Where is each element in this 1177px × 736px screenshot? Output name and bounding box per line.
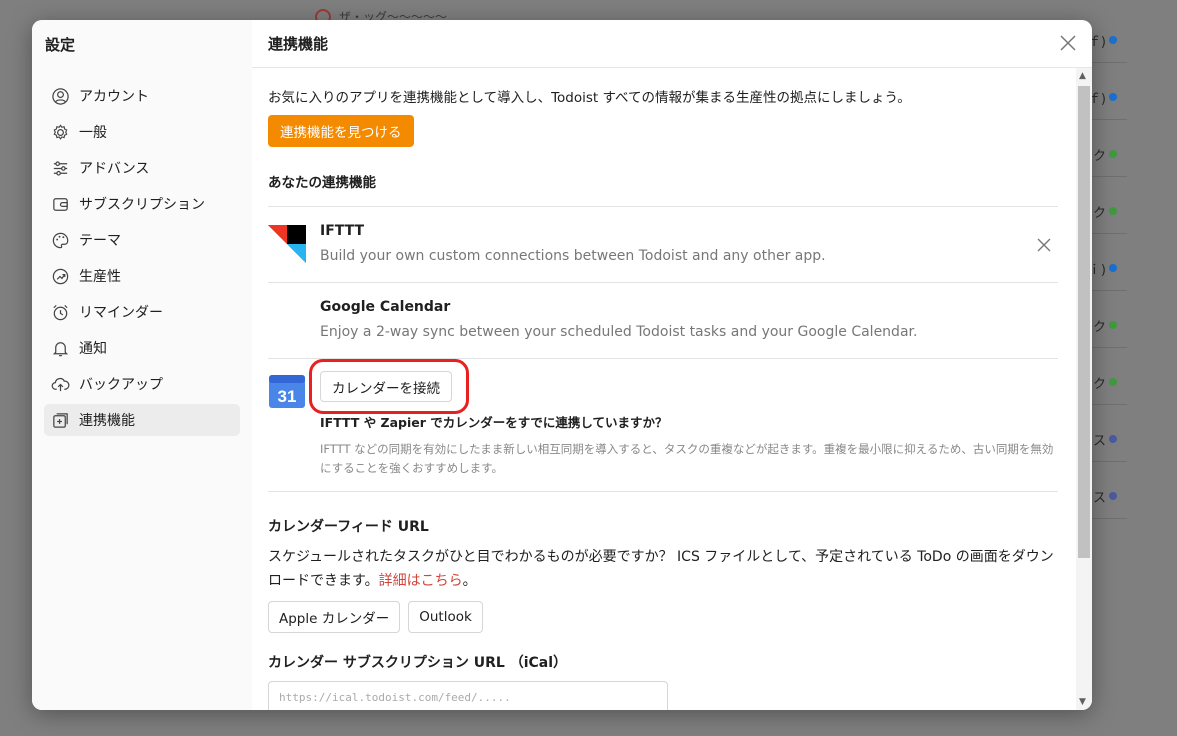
ifttt-logo-icon [268,225,306,263]
sidebar-item-notifications[interactable]: 通知 [44,332,240,364]
connect-calendar-button[interactable]: カレンダーを接続 [320,371,452,402]
sidebar-nav: アカウント 一般 アドバンス サブスクリプション テーマ 生産性 リマインダー … [44,80,240,440]
feed-buttons: Apple カレンダー Outlook [268,601,1058,633]
status-dot-icon [1109,207,1117,215]
sidebar-item-label: 生産性 [79,269,121,285]
sidebar-item-reminders[interactable]: リマインダー [44,296,240,328]
learn-more-link[interactable]: 詳細はこちら [379,573,463,589]
bell-icon [52,341,69,356]
integrations-icon [53,412,68,428]
integration-name: Google Calendar [320,299,451,315]
integration-google-calendar: Google Calendar Enjoy a 2-way sync betwe… [268,283,1058,358]
integration-name: IFTTT [320,223,365,239]
status-dot-icon [1109,150,1117,158]
palette-icon [52,232,69,248]
status-dot-icon [1109,378,1117,386]
page-title: 連携機能 [268,35,329,53]
settings-sidebar: 設定 アカウント 一般 アドバンス サブスクリプション テーマ 生産性 リマイン… [32,20,252,710]
remove-integration-icon[interactable] [1036,237,1052,253]
ical-url-field[interactable] [268,681,668,710]
sidebar-item-label: バックアップ [79,377,163,393]
calendar-feed-title: カレンダーフィード URL [268,519,429,535]
gear-icon [53,123,68,140]
sidebar-item-label: アカウント [79,89,149,105]
integration-description: Build your own custom connections betwee… [320,248,826,264]
your-integrations-title: あなたの連携機能 [268,175,376,191]
status-dot-icon [1109,435,1117,443]
discover-integrations-button[interactable]: 連携機能を見つける [268,115,414,147]
sidebar-item-theme[interactable]: テーマ [44,224,240,256]
cloud-upload-icon [51,377,70,391]
wallet-icon [53,197,68,211]
productivity-icon [52,268,69,284]
sidebar-item-label: 連携機能 [79,413,135,429]
sidebar-item-account[interactable]: アカウント [44,80,240,112]
scrollbar[interactable]: ▲ ▼ [1076,68,1092,710]
sidebar-item-subscription[interactable]: サブスクリプション [44,188,240,220]
close-icon[interactable] [1058,33,1078,53]
scroll-down-icon[interactable]: ▼ [1079,697,1086,707]
sidebar-item-label: テーマ [79,233,121,249]
outlook-button[interactable]: Outlook [408,601,483,633]
calendar-day-number: 31 [278,387,297,406]
apple-calendar-button[interactable]: Apple カレンダー [268,601,401,633]
alarm-icon [53,304,68,320]
sidebar-item-label: リマインダー [79,305,163,321]
sidebar-item-integrations[interactable]: 連携機能 [44,404,240,436]
sidebar-title: 設定 [45,36,76,54]
integrations-content: お気に入りのアプリを連携機能として導入し、Todoist すべての情報が集まる生… [268,68,1058,710]
sync-warning: IFTTT などの同期を有効にしたまま新しい相互同期を導入すると、タスクの重複な… [320,442,1054,475]
ical-url-title: カレンダー サブスクリプション URL （iCal） [268,655,568,671]
scroll-thumb[interactable] [1078,86,1090,558]
sidebar-item-label: アドバンス [79,161,150,177]
sidebar-item-backup[interactable]: バックアップ [44,368,240,400]
settings-modal: 設定 アカウント 一般 アドバンス サブスクリプション テーマ 生産性 リマイン… [32,20,1092,710]
integration-ifttt: IFTTT Build your own custom connections … [268,207,1058,282]
main-header: 連携機能 [252,20,1092,68]
sidebar-item-label: サブスクリプション [79,197,205,213]
sidebar-item-label: 一般 [79,125,107,141]
status-dot-icon [1109,492,1117,500]
sidebar-item-label: 通知 [79,341,107,357]
sync-question: IFTTT や Zapier でカレンダーをすでに連携していますか？ [320,415,668,430]
status-dot-icon [1109,264,1117,272]
google-calendar-connect: 31 カレンダーを接続 IFTTT や Zapier でカレンダーをすでに連携し… [268,359,1058,491]
account-icon [52,87,69,105]
sidebar-item-productivity[interactable]: 生産性 [44,260,240,292]
divider [268,491,1058,492]
settings-main: 連携機能 お気に入りのアプリを連携機能として導入し、Todoist すべての情報… [252,20,1092,710]
calendar-feed-description: スケジュールされたタスクがひと目でわかるものが必要ですか？ ICS ファイルとし… [268,549,1054,589]
sidebar-item-general[interactable]: 一般 [44,116,240,148]
sliders-icon [53,160,68,176]
integration-description: Enjoy a 2-way sync between your schedule… [320,324,918,340]
sidebar-item-advanced[interactable]: アドバンス [44,152,240,184]
status-dot-icon [1109,36,1117,44]
status-dot-icon [1109,321,1117,329]
status-dot-icon [1109,93,1117,101]
intro-text: お気に入りのアプリを連携機能として導入し、Todoist すべての情報が集まる生… [268,90,911,106]
scroll-up-icon[interactable]: ▲ [1079,71,1086,81]
google-calendar-logo-icon: 31 [269,375,305,408]
